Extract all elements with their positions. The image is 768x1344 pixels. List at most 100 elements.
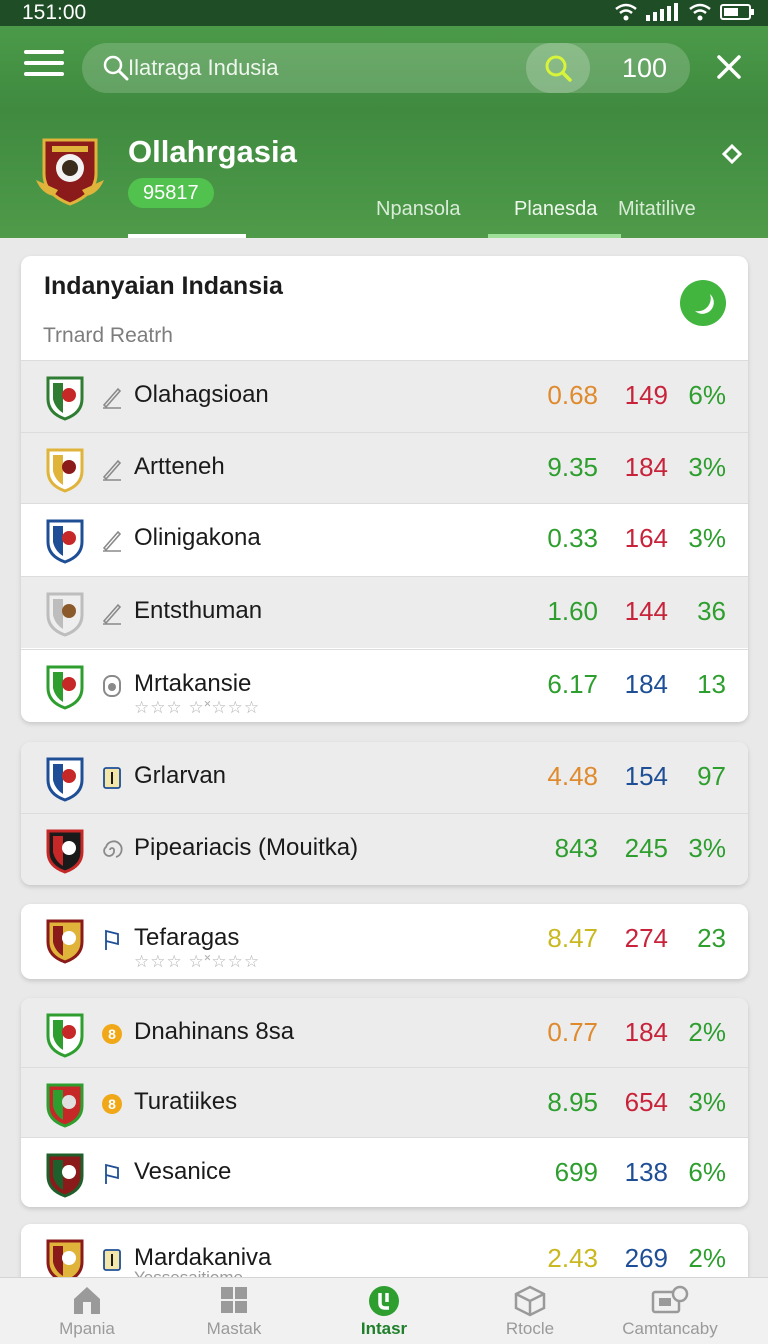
search-icon xyxy=(103,55,129,81)
stat-points: 269 xyxy=(624,1243,668,1273)
search-icon xyxy=(545,55,572,82)
team-name: Pipeariacis (Mouitka) xyxy=(134,834,359,861)
rank-icon: 8 xyxy=(102,1094,122,1114)
standings-card: Tefaragas ☆☆☆ ☆˟☆☆☆ 8.47 274 23 xyxy=(21,904,748,979)
bottom-nav: Mpania Mastak Intasr Rtocle Camtancaby xyxy=(0,1277,768,1344)
table-row[interactable]: Artteneh 9.35 184 3% xyxy=(21,432,748,504)
table-row[interactable]: Olahagsioan 0.68 149 6% xyxy=(21,360,748,432)
team-mark xyxy=(100,674,124,703)
search-button[interactable] xyxy=(526,43,590,93)
stat-points: 144 xyxy=(624,596,668,626)
tab-npansola[interactable]: Npansola xyxy=(376,194,461,238)
stat-odds: 0.77 xyxy=(547,1017,598,1047)
team-name: Vesanice xyxy=(134,1158,232,1185)
call-button[interactable] xyxy=(680,280,726,326)
team-mark xyxy=(100,528,124,557)
stat-points: 184 xyxy=(624,669,668,699)
stat-points: 138 xyxy=(624,1157,668,1187)
team-crest-icon xyxy=(46,519,84,564)
team-mark xyxy=(100,457,124,486)
stat-points: 245 xyxy=(624,833,668,863)
search-bar: 100 xyxy=(82,43,690,93)
rank-icon: 8 xyxy=(102,1024,122,1044)
team-mark xyxy=(100,838,124,867)
team-mark xyxy=(100,928,124,957)
team-name: Olahagsioan xyxy=(134,381,269,408)
stat-odds: 6.17 xyxy=(547,669,598,699)
stat-odds: 8.47 xyxy=(547,923,598,953)
status-bar: 151:00 xyxy=(0,0,768,26)
stat-percent: 6% xyxy=(688,380,726,410)
stat-percent: 36 xyxy=(697,596,726,626)
nav-mastak[interactable]: Mastak xyxy=(164,1278,304,1344)
wifi-icon xyxy=(689,3,711,21)
search-input[interactable] xyxy=(128,51,508,85)
rating-stars: ☆☆☆ ☆˟☆☆☆ xyxy=(134,952,261,971)
active-indicator xyxy=(128,234,246,238)
team-logo xyxy=(45,375,85,426)
stat-odds: 699 xyxy=(554,1157,598,1187)
stat-percent: 6% xyxy=(688,1157,726,1187)
team-name: Entsthuman xyxy=(134,597,263,624)
tab-planesda[interactable]: Planesda xyxy=(487,194,622,238)
status-icons xyxy=(614,3,756,21)
card-title: Indanyaian Indansia xyxy=(44,272,283,300)
close-button[interactable] xyxy=(716,54,742,85)
stat-percent: 3% xyxy=(688,523,726,553)
team-crest-icon xyxy=(46,1083,84,1128)
tab-mitatilive[interactable]: Mitatilive xyxy=(618,194,696,238)
team-logo xyxy=(45,1152,85,1203)
team-crest-icon xyxy=(46,829,84,874)
team-mark xyxy=(100,601,124,630)
table-row[interactable]: 8 Turatiikes 8.95 654 3% xyxy=(21,1067,748,1139)
badge-icon xyxy=(103,675,121,697)
nav-camtancaby[interactable]: Camtancaby xyxy=(600,1278,740,1344)
standings-card: 8 Dnahinans 8sa 0.77 184 2% 8 Turatiikes 8.95 6… xyxy=(21,998,748,1207)
score-icon xyxy=(369,1286,399,1316)
team-name: Artteneh xyxy=(134,453,225,480)
team-logo xyxy=(45,1012,85,1063)
team-name: Turatiikes xyxy=(134,1088,238,1115)
stat-points: 149 xyxy=(624,380,668,410)
league-badge: 95817 xyxy=(128,178,214,208)
table-row[interactable]: 8 Dnahinans 8sa 0.77 184 2% xyxy=(21,998,748,1069)
table-row[interactable]: Olinigakona 0.33 164 3% xyxy=(21,503,748,575)
camera-icon xyxy=(651,1285,689,1314)
stat-points: 164 xyxy=(624,523,668,553)
team-crest-icon xyxy=(46,919,84,964)
stat-percent: 2% xyxy=(688,1243,726,1273)
nav-mpania[interactable]: Mpania xyxy=(17,1278,157,1344)
team-name: Dnahinans 8sa xyxy=(134,1018,295,1045)
nav-label: Mpania xyxy=(59,1319,115,1338)
table-row[interactable]: Pipeariacis (Mouitka) 843 245 3% xyxy=(21,813,748,885)
table-row[interactable]: Mrtakansie ☆☆☆ ☆˟☆☆☆ 6.17 184 13 xyxy=(21,649,748,721)
signal-icon xyxy=(646,3,678,21)
options-button[interactable] xyxy=(721,143,743,169)
nav-intasr[interactable]: Intasr xyxy=(314,1278,454,1344)
menu-button[interactable] xyxy=(24,50,64,82)
team-logo xyxy=(45,591,85,642)
hamburger-icon xyxy=(24,50,64,54)
flag-icon xyxy=(105,1163,119,1184)
nav-label: Rtocle xyxy=(505,1319,555,1338)
table-row[interactable]: Grlarvan 4.48 154 97 xyxy=(21,742,748,813)
table-row[interactable]: Entsthuman 1.60 144 36 xyxy=(21,576,748,648)
stat-percent: 3% xyxy=(688,1087,726,1117)
team-mark xyxy=(100,1162,124,1191)
status-time: 151:00 xyxy=(22,1,87,24)
svg-text:8: 8 xyxy=(108,1026,116,1042)
stat-points: 184 xyxy=(624,1017,668,1047)
table-row[interactable]: Vesanice 699 138 6% xyxy=(21,1137,748,1207)
stat-odds: 0.33 xyxy=(547,523,598,553)
cube-icon xyxy=(514,1285,546,1317)
svg-text:8: 8 xyxy=(108,1096,116,1112)
nav-rtocle[interactable]: Rtocle xyxy=(460,1278,600,1344)
home-icon xyxy=(74,1287,100,1314)
team-name: Tefaragas xyxy=(134,924,240,951)
team-logo xyxy=(45,664,85,715)
team-mark: 8 xyxy=(100,1092,124,1121)
team-crest-icon xyxy=(46,665,84,710)
standings-card: Indanyaian Indansia Trnard Reatrh Olahag… xyxy=(21,256,748,722)
table-row[interactable]: Tefaragas ☆☆☆ ☆˟☆☆☆ 8.47 274 23 xyxy=(21,904,748,975)
stat-odds: 8.95 xyxy=(547,1087,598,1117)
